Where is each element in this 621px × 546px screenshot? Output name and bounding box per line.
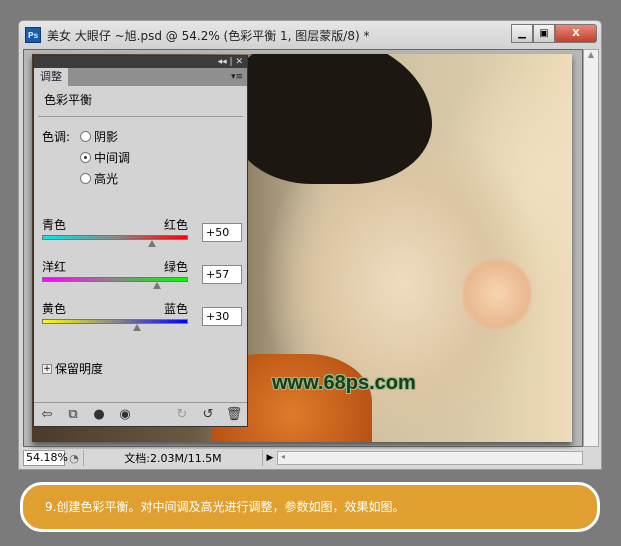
hair (232, 54, 432, 184)
status-bar: 54.18% ◔ 文档:2.03M/11.5M ▶ ◂ (23, 449, 583, 467)
vertical-scrollbar[interactable]: ▲ (583, 49, 599, 447)
radio-midtones[interactable]: 中间调 (80, 149, 130, 166)
panel-collapse-close[interactable]: ◂◂ | ✕ (34, 56, 247, 68)
status-icon[interactable]: ◔ (65, 452, 83, 465)
preserve-luminosity-checkbox[interactable]: + 保留明度 (42, 360, 103, 377)
slider-thumb[interactable] (152, 282, 161, 289)
slider-left-label: 洋红 (42, 260, 67, 274)
slider-left-label: 青色 (42, 218, 67, 232)
slider-cyan-red[interactable]: 青色 红色 +50 (42, 216, 242, 247)
slider-right-label: 绿色 (163, 260, 188, 274)
radio-shadows[interactable]: 阴影 (80, 128, 118, 145)
radio-circle (80, 152, 91, 163)
radio-label: 中间调 (94, 151, 131, 165)
checkbox-icon: + (42, 363, 52, 374)
trash-icon[interactable]: 🗑 (221, 407, 247, 422)
slider-track[interactable] (42, 235, 188, 240)
view-previous-icon[interactable]: ↻ (169, 407, 195, 422)
radio-label: 阴影 (94, 130, 119, 144)
clip-icon[interactable]: ⧉ (60, 407, 86, 422)
slider-value-input[interactable]: +30 (202, 307, 242, 326)
slider-track[interactable] (42, 277, 188, 282)
slider-magenta-green[interactable]: 洋红 绿色 +57 (42, 258, 242, 289)
slider-value-input[interactable]: +50 (202, 223, 242, 242)
radio-circle (80, 131, 91, 142)
adjustments-panel: ◂◂ | ✕ 调整 ▾≡ 色彩平衡 色调: 阴影 中间调 高光 青色 红色 +50… (33, 55, 248, 427)
pinwheel (462, 254, 532, 334)
radio-label: 高光 (94, 172, 119, 186)
slider-thumb[interactable] (132, 324, 141, 331)
slider-thumb[interactable] (147, 240, 156, 247)
panel-title: 色彩平衡 (38, 86, 243, 117)
slider-right-label: 红色 (163, 218, 188, 232)
status-menu-arrow[interactable]: ▶ (263, 453, 277, 463)
radio-highlights[interactable]: 高光 (80, 170, 118, 187)
window-title: 美女 大眼仔 ~旭.psd @ 54.2% (色彩平衡 1, 图层蒙版/8) * (47, 28, 370, 43)
preserve-label: 保留明度 (55, 362, 104, 376)
minimize-button[interactable]: ▁ (511, 24, 533, 43)
close-button[interactable]: X (555, 24, 597, 43)
slider-yellow-blue[interactable]: 黄色 蓝色 +30 (42, 300, 242, 331)
slider-track[interactable] (42, 319, 188, 324)
tone-label: 色调: (42, 130, 71, 144)
slider-left-label: 黄色 (42, 302, 67, 316)
caption-banner: 9.创建色彩平衡。对中间调及高光进行调整，参数如图，效果如图。 (20, 482, 600, 532)
title-bar: Ps 美女 大眼仔 ~旭.psd @ 54.2% (色彩平衡 1, 图层蒙版/8… (19, 21, 601, 49)
panel-menu-icon[interactable]: ▾≡ (231, 72, 247, 82)
reset-icon[interactable]: ↺ (195, 407, 221, 422)
slider-value-input[interactable]: +57 (202, 265, 242, 284)
slider-right-label: 蓝色 (163, 302, 188, 316)
watermark: www.68ps.com (272, 372, 416, 394)
eye-icon[interactable]: ◉ (112, 407, 138, 422)
tab-adjustments[interactable]: 调整 (34, 68, 68, 86)
mask-icon[interactable]: ● (86, 407, 112, 422)
zoom-field[interactable]: 54.18% (23, 450, 68, 466)
maximize-button[interactable]: ▣ (533, 24, 555, 43)
horizontal-scrollbar[interactable]: ◂ (277, 451, 583, 465)
radio-circle (80, 173, 91, 184)
panel-footer: ⇦ ⧉ ● ◉ ↻ ↺ 🗑 (34, 402, 247, 426)
doc-info: 文档:2.03M/11.5M (83, 450, 263, 466)
photoshop-icon: Ps (25, 27, 41, 43)
back-arrow-icon[interactable]: ⇦ (34, 407, 60, 422)
